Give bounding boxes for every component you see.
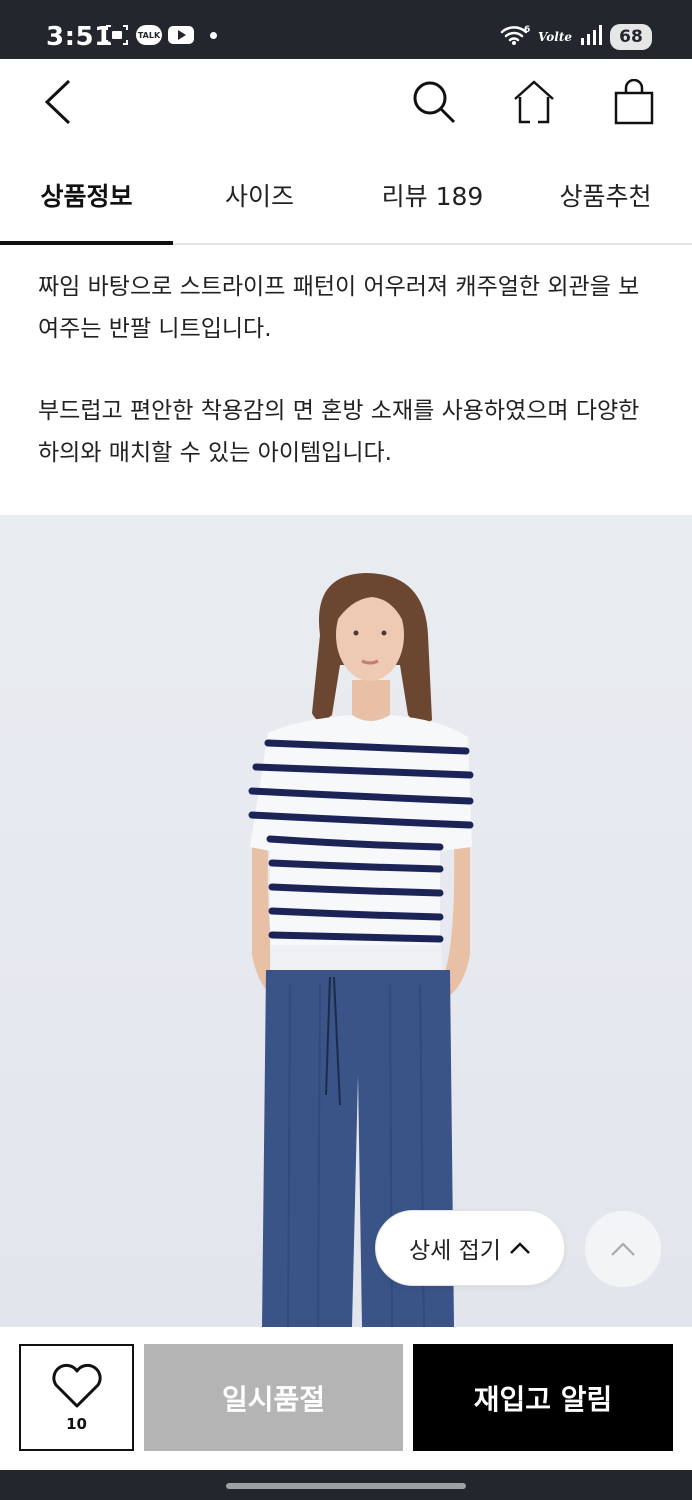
- restock-alert-button[interactable]: 재입고 알림: [413, 1344, 673, 1451]
- battery-indicator: 68: [610, 24, 652, 50]
- search-button[interactable]: [409, 77, 459, 127]
- model-illustration: [248, 573, 474, 1327]
- notification-icons: TALK: [104, 23, 217, 47]
- youtube-icon: [168, 26, 194, 44]
- wishlist-button[interactable]: 10: [19, 1344, 134, 1451]
- more-notifications-dot: [210, 31, 217, 39]
- volte-label: Volte: [538, 30, 572, 44]
- shopping-bag-icon: [614, 79, 654, 125]
- wifi-icon: 6: [500, 24, 530, 50]
- system-nav-bar: [0, 1470, 692, 1500]
- description-paragraph-2: 부드럽고 편안한 착용감의 면 혼방 소재를 사용하였으며 다양한 하의와 매치…: [38, 398, 640, 466]
- wishlist-count: 10: [66, 1414, 87, 1433]
- screenshot-icon: [104, 23, 130, 47]
- description-paragraph-1: 짜임 바탕으로 스트라이프 패턴이 어우러져 캐주얼한 외관을 보여주는 반팔 …: [38, 274, 640, 342]
- collapse-details-label: 상세 접기: [409, 1238, 501, 1264]
- soldout-button: 일시품절: [144, 1344, 403, 1451]
- cart-button[interactable]: [609, 77, 659, 127]
- product-description: 짜임 바탕으로 스트라이프 패턴이 어우러져 캐주얼한 외관을 보여주는 반팔 …: [38, 266, 658, 514]
- tab-product-info[interactable]: 상품정보: [0, 145, 173, 245]
- back-button[interactable]: [33, 77, 83, 127]
- svg-text:6: 6: [524, 25, 530, 35]
- back-icon: [44, 79, 71, 125]
- chevron-up-icon: [510, 1242, 530, 1254]
- kakaotalk-icon: TALK: [136, 25, 162, 45]
- collapse-details-button[interactable]: 상세 접기: [375, 1210, 565, 1286]
- system-icons: 6 Volte 68: [500, 24, 652, 50]
- status-time: 3:51: [46, 22, 113, 52]
- app-header: [0, 59, 692, 145]
- status-bar: 3:51 TALK 6 Volte 68: [0, 0, 692, 59]
- heart-icon: [51, 1363, 102, 1407]
- tab-size[interactable]: 사이즈: [173, 145, 346, 245]
- search-icon: [413, 81, 456, 124]
- scroll-to-top-button[interactable]: [584, 1210, 662, 1288]
- product-photo: [0, 515, 692, 1327]
- home-button[interactable]: [509, 77, 559, 127]
- signal-icon: [580, 24, 602, 50]
- home-icon: [514, 80, 554, 124]
- tab-reviews[interactable]: 리뷰 189: [346, 145, 519, 245]
- purchase-action-bar: 10 일시품절 재입고 알림: [0, 1327, 692, 1470]
- chevron-up-icon: [611, 1242, 635, 1256]
- product-tabs: 상품정보 사이즈 리뷰 189 상품추천: [0, 145, 692, 245]
- tab-recommendations[interactable]: 상품추천: [519, 145, 692, 245]
- active-tab-indicator: [0, 241, 173, 245]
- home-indicator[interactable]: [226, 1483, 466, 1489]
